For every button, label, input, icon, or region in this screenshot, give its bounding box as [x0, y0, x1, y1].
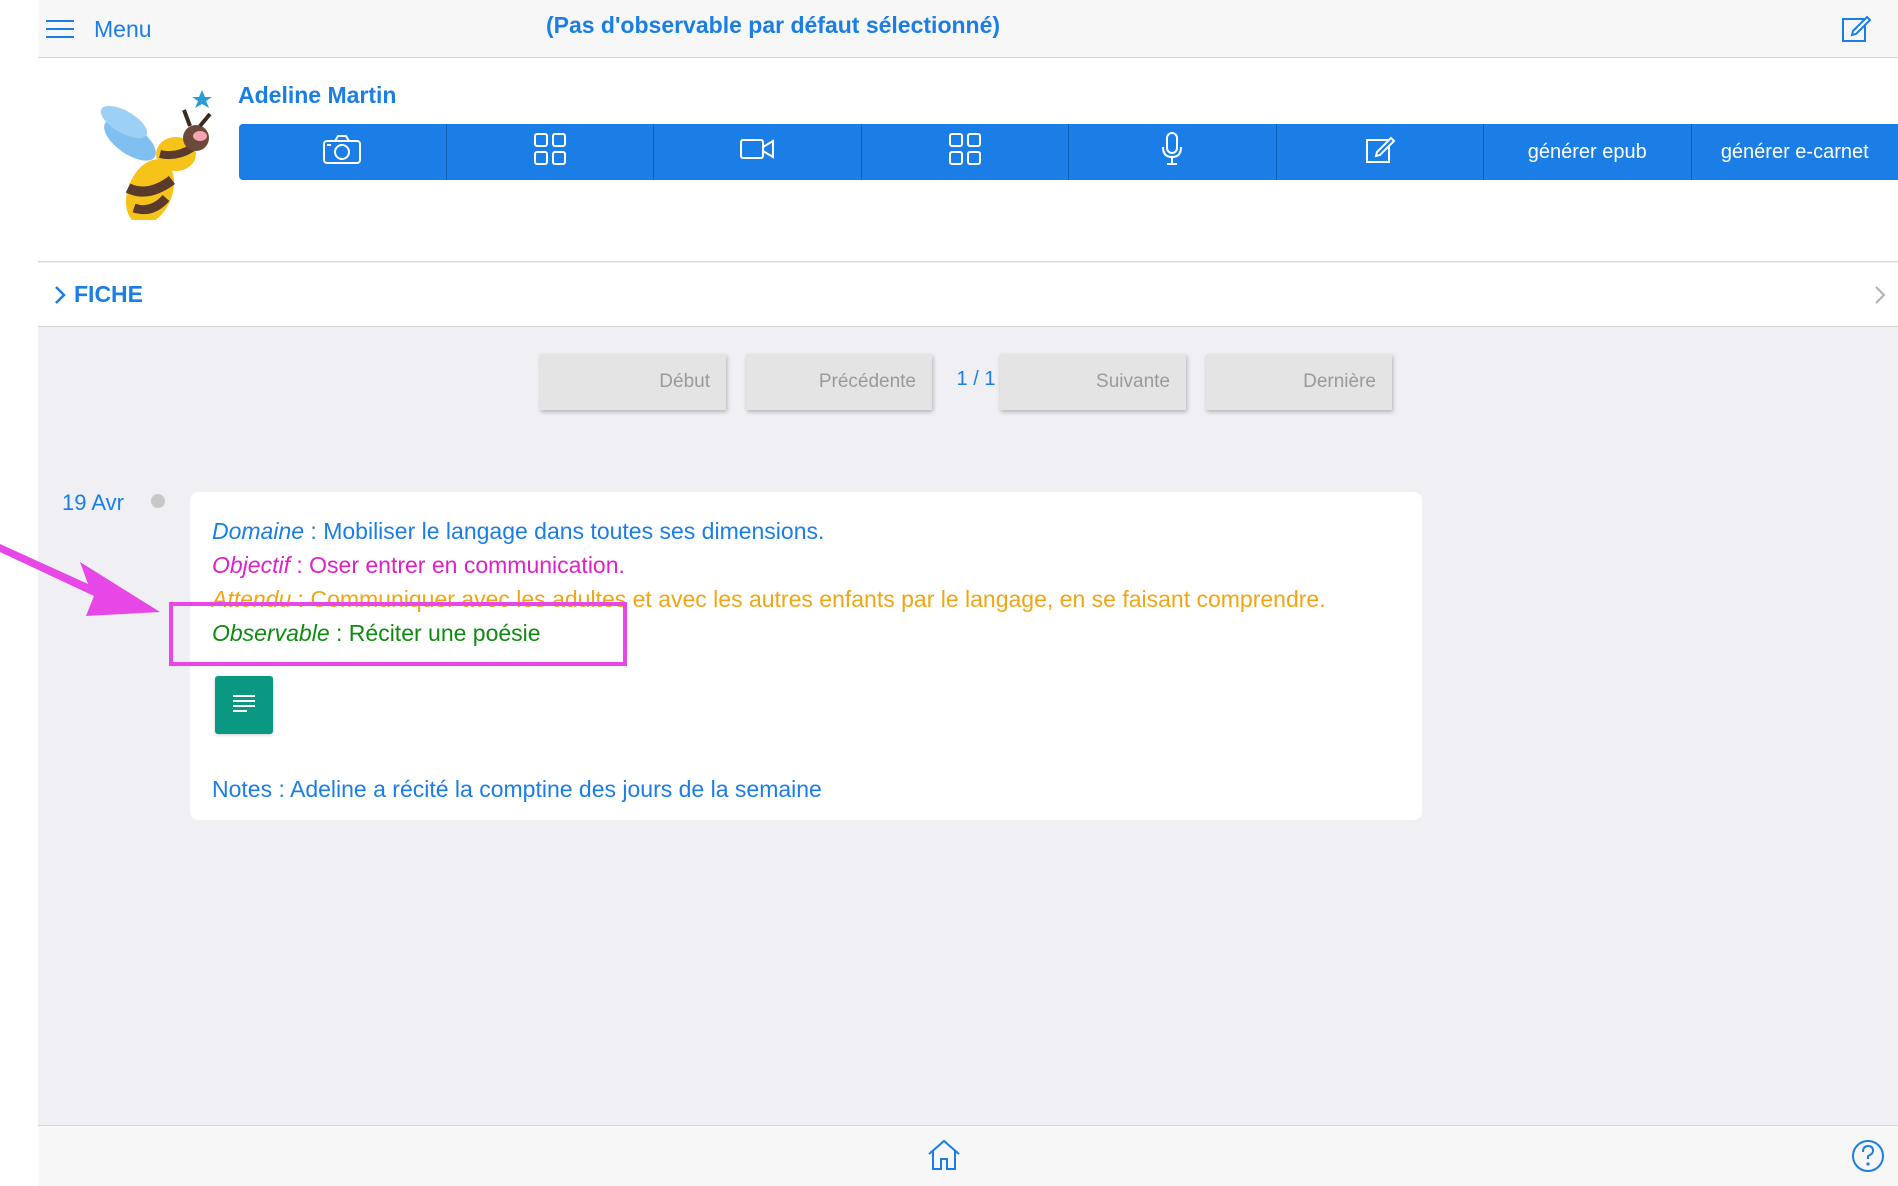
camera-icon	[322, 133, 362, 171]
domaine-value: : Mobiliser le langage dans toutes ses d…	[304, 518, 825, 544]
menu-label: Menu	[94, 15, 152, 42]
note-button[interactable]	[1277, 124, 1484, 180]
previous-page-button[interactable]: Précédente	[746, 354, 932, 410]
photo-button[interactable]	[239, 124, 447, 180]
fiche-label: FICHE	[74, 281, 143, 307]
top-bar: Menu (Pas d'observable par défaut sélect…	[38, 0, 1898, 58]
app-window: Menu (Pas d'observable par défaut sélect…	[38, 0, 1898, 1186]
chevron-right-icon	[54, 285, 66, 310]
student-name[interactable]: Adeline Martin	[238, 82, 396, 109]
student-header: Adeline Martin générer epub générer e-ca…	[38, 58, 1898, 262]
domaine-line: Domaine : Mobiliser le langage dans tout…	[212, 518, 824, 545]
bee-avatar	[78, 80, 218, 225]
annotation-arrow	[0, 530, 170, 635]
document-icon	[233, 693, 255, 718]
video-icon	[739, 137, 775, 167]
last-page-button[interactable]: Dernière	[1206, 354, 1392, 410]
next-page-button[interactable]: Suivante	[1000, 354, 1186, 410]
grid-icon	[533, 132, 567, 172]
help-button[interactable]	[1850, 1138, 1886, 1179]
page-count: 1 / 1	[956, 368, 996, 390]
objectif-label: Objectif	[212, 552, 290, 578]
chevron-right-icon	[1874, 285, 1886, 310]
edit-icon	[1840, 15, 1872, 48]
home-button[interactable]	[926, 1138, 962, 1177]
domaine-label: Domaine	[212, 518, 305, 544]
hamburger-icon	[46, 19, 74, 39]
media-toolbar: générer epub générer e-carnet	[239, 124, 1898, 180]
pagination: Début Précédente 1 / 1 Suivante Dernière	[38, 354, 1898, 412]
generate-ecarnet-button[interactable]: générer e-carnet	[1692, 124, 1898, 180]
menu-button[interactable]: Menu	[46, 12, 152, 46]
bottom-bar	[38, 1125, 1898, 1186]
page-title: (Pas d'observable par défaut sélectionné…	[545, 12, 1001, 38]
help-icon	[1850, 1140, 1886, 1178]
video-gallery-button[interactable]	[862, 124, 1069, 180]
document-button[interactable]	[215, 676, 273, 734]
edit-button[interactable]	[1840, 12, 1872, 49]
gallery-button[interactable]	[447, 124, 654, 180]
generate-epub-button[interactable]: générer epub	[1484, 124, 1692, 180]
first-page-button[interactable]: Début	[540, 354, 726, 410]
microphone-icon	[1160, 131, 1184, 173]
video-button[interactable]	[654, 124, 862, 180]
entry-date: 19 Avr	[62, 490, 124, 515]
annotation-highlight-box	[169, 602, 627, 666]
objectif-value: : Oser entrer en communication.	[289, 552, 625, 578]
grid-icon	[948, 132, 982, 172]
notes-text: Notes : Adeline a récité la comptine des…	[212, 776, 822, 802]
fiche-row[interactable]: FICHE	[38, 263, 1898, 327]
home-icon	[926, 1139, 962, 1176]
audio-button[interactable]	[1069, 124, 1277, 180]
timeline-dot	[151, 494, 165, 508]
edit-icon	[1364, 133, 1396, 171]
objectif-line: Objectif : Oser entrer en communication.	[212, 552, 625, 579]
